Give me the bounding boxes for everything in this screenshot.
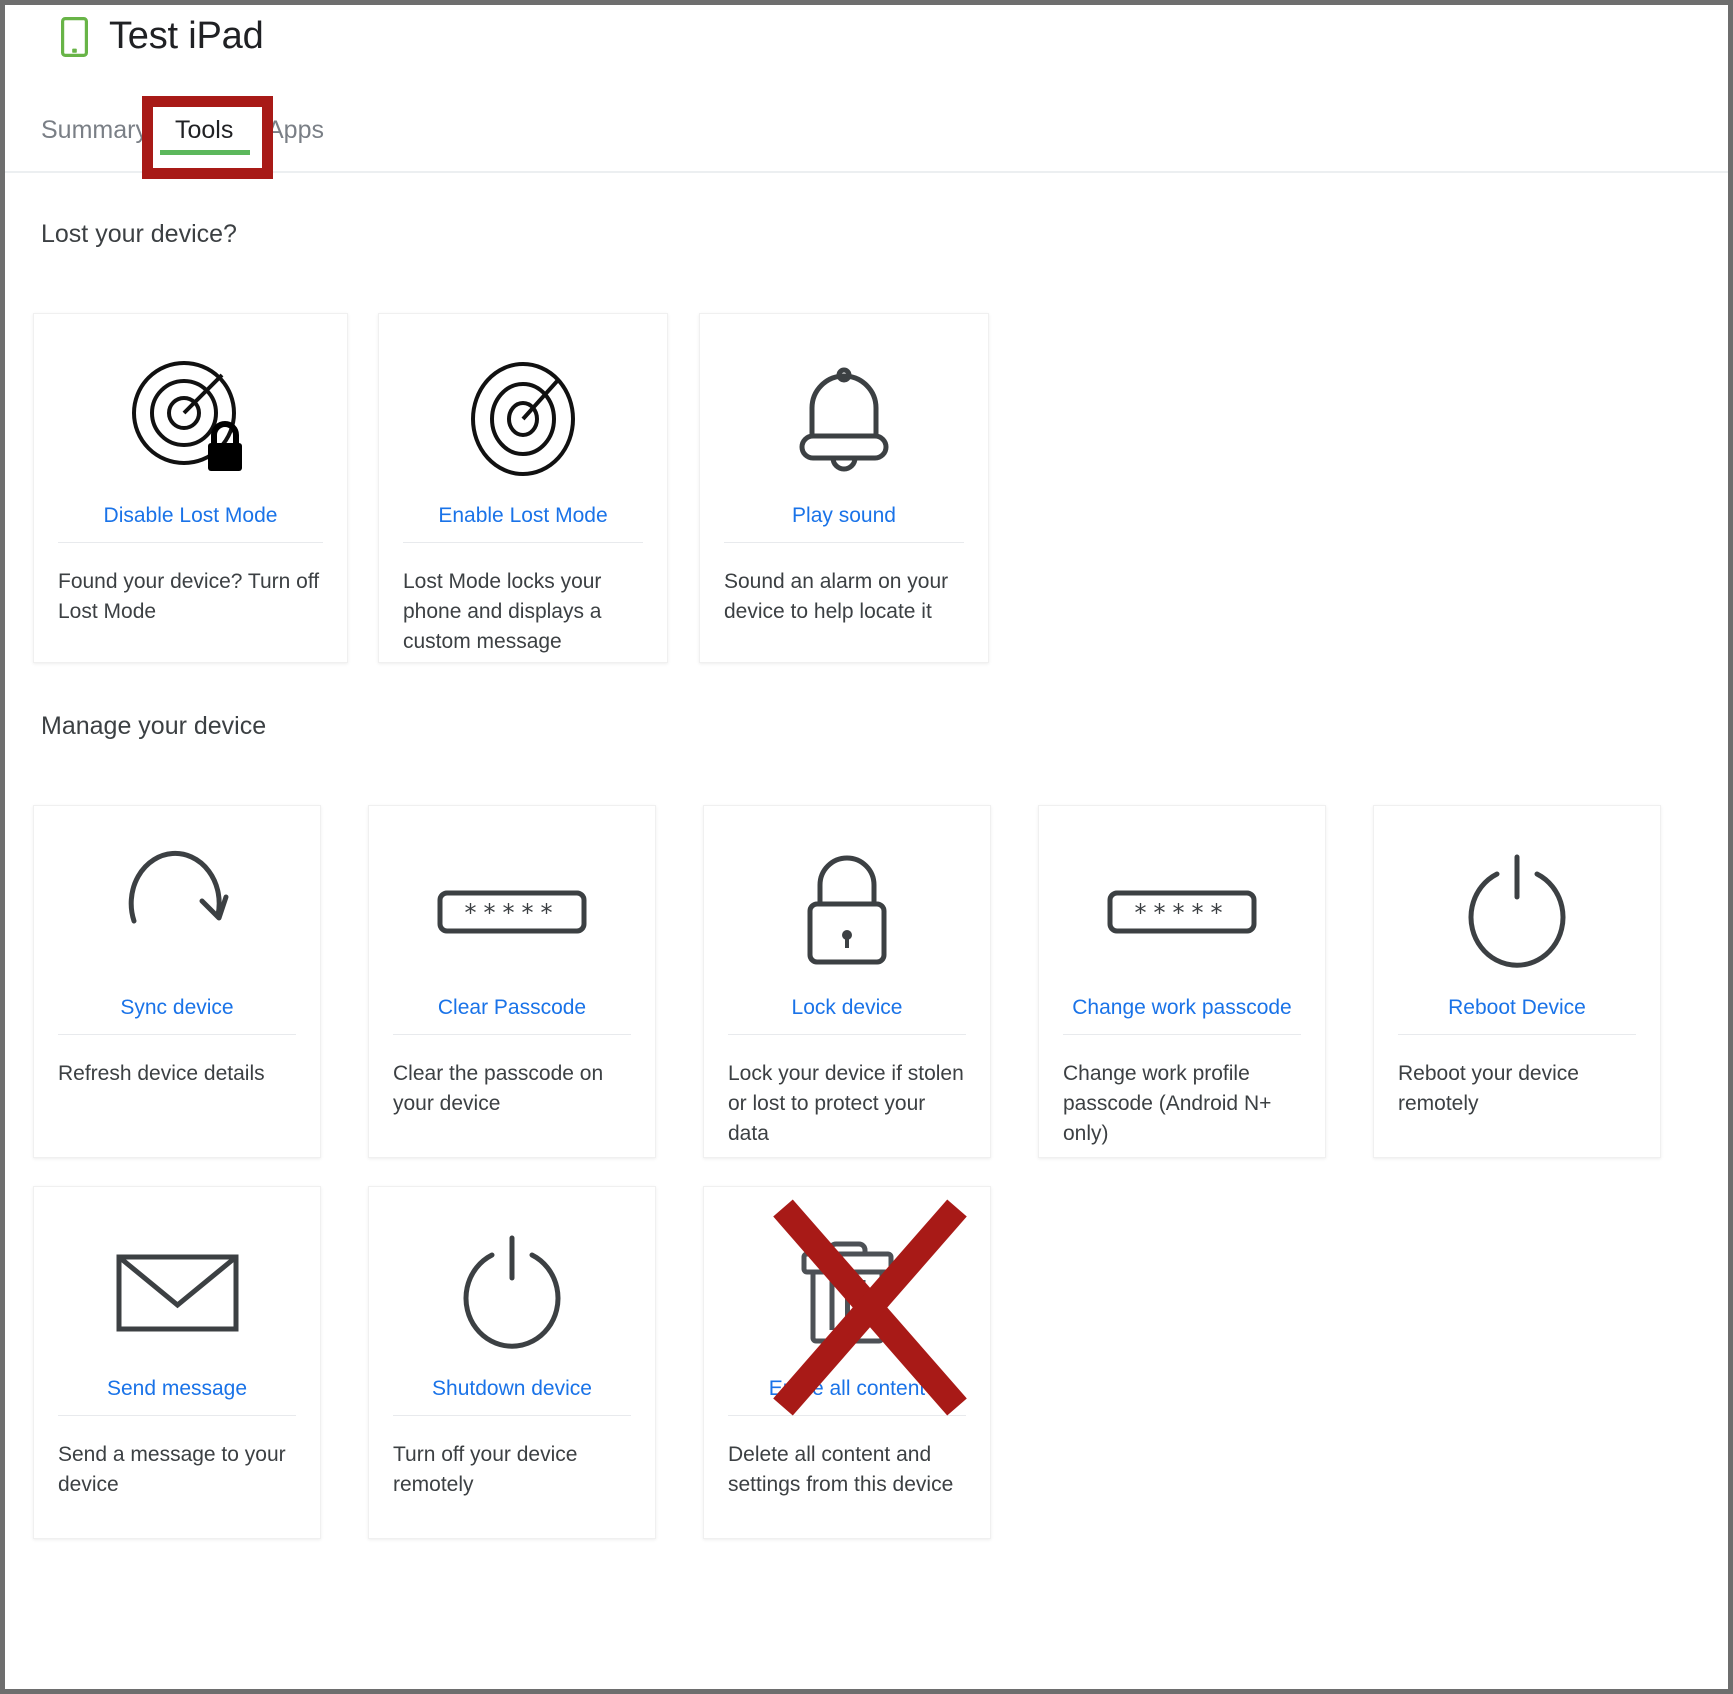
- page-header: Test iPad Summary Tools Apps: [5, 5, 1728, 179]
- device-title-row: Test iPad: [61, 15, 264, 58]
- card-reboot-device[interactable]: Reboot Device Reboot your device remotel…: [1373, 805, 1661, 1158]
- card-link-clear-passcode[interactable]: Clear Passcode: [369, 996, 655, 1020]
- passcode-asterisks-icon: *****: [369, 834, 655, 989]
- card-description: Delete all content and settings from thi…: [728, 1443, 954, 1496]
- card-divider: [403, 542, 643, 543]
- radar-icon: [379, 342, 667, 497]
- svg-text:*****: *****: [465, 899, 560, 927]
- card-send-message[interactable]: Send message Send a message to your devi…: [33, 1186, 321, 1539]
- tab-summary-label: Summary: [41, 116, 148, 144]
- card-sync-device[interactable]: Sync device Refresh device details: [33, 805, 321, 1158]
- card-play-sound[interactable]: Play sound Sound an alarm on your device…: [699, 313, 989, 663]
- card-change-work-passcode[interactable]: ***** Change work passcode Change work p…: [1038, 805, 1326, 1158]
- section-title-lost-your-device: Lost your device?: [41, 220, 237, 248]
- card-description: Turn off your device remotely: [393, 1443, 578, 1496]
- card-description: Lock your device if stolen or lost to pr…: [728, 1062, 964, 1145]
- card-link-erase-all-content[interactable]: Erase all content: [704, 1377, 990, 1401]
- card-divider: [393, 1415, 631, 1416]
- tab-tools[interactable]: Tools: [175, 108, 233, 171]
- card-description: Clear the passcode on your device: [393, 1062, 604, 1115]
- page-title: Test iPad: [109, 15, 264, 57]
- card-description: Refresh device details: [58, 1062, 265, 1085]
- tab-strip: Summary Tools Apps: [5, 108, 1728, 173]
- card-clear-passcode[interactable]: ***** Clear Passcode Clear the passcode …: [368, 805, 656, 1158]
- device-tools-page: Test iPad Summary Tools Apps Lost your d…: [5, 5, 1728, 1689]
- power-icon: [369, 1215, 655, 1370]
- tab-summary[interactable]: Summary: [41, 108, 148, 171]
- svg-text:*****: *****: [1135, 899, 1230, 927]
- card-divider: [1398, 1034, 1636, 1035]
- envelope-icon: [34, 1215, 320, 1370]
- card-link-shutdown-device[interactable]: Shutdown device: [369, 1377, 655, 1401]
- padlock-icon: [704, 834, 990, 989]
- bell-icon: [700, 342, 988, 497]
- tab-apps-label: Apps: [267, 116, 324, 144]
- card-description: Reboot your device remotely: [1398, 1062, 1579, 1115]
- card-divider: [58, 1034, 296, 1035]
- card-divider: [724, 542, 964, 543]
- section-title-manage-your-device: Manage your device: [41, 712, 267, 740]
- card-divider: [1063, 1034, 1301, 1035]
- card-link-send-message[interactable]: Send message: [34, 1377, 320, 1401]
- card-divider: [58, 542, 323, 543]
- card-erase-all-content[interactable]: Erase all content Delete all content and…: [703, 1186, 991, 1539]
- card-link-reboot-device[interactable]: Reboot Device: [1374, 996, 1660, 1020]
- card-description: Change work profile passcode (Android N+…: [1063, 1062, 1272, 1145]
- tablet-icon: [61, 16, 88, 57]
- active-tab-indicator: [160, 150, 250, 155]
- card-description: Found your device? Turn off Lost Mode: [58, 570, 320, 623]
- card-link-sync-device[interactable]: Sync device: [34, 996, 320, 1020]
- card-divider: [728, 1415, 966, 1416]
- card-divider: [728, 1034, 966, 1035]
- card-link-change-work-passcode[interactable]: Change work passcode: [1039, 996, 1325, 1020]
- card-lock-device[interactable]: Lock device Lock your device if stolen o…: [703, 805, 991, 1158]
- card-link-disable-lost-mode[interactable]: Disable Lost Mode: [34, 504, 347, 528]
- tab-apps[interactable]: Apps: [267, 108, 324, 171]
- card-shutdown-device[interactable]: Shutdown device Turn off your device rem…: [368, 1186, 656, 1539]
- card-divider: [393, 1034, 631, 1035]
- card-description: Sound an alarm on your device to help lo…: [724, 570, 949, 623]
- card-description: Send a message to your device: [58, 1443, 286, 1496]
- radar-lock-icon: [34, 342, 347, 497]
- tab-tools-label: Tools: [175, 116, 234, 144]
- card-divider: [58, 1415, 296, 1416]
- card-link-play-sound[interactable]: Play sound: [700, 504, 988, 528]
- window-frame: Test iPad Summary Tools Apps Lost your d…: [0, 0, 1733, 1694]
- card-disable-lost-mode[interactable]: Disable Lost Mode Found your device? Tur…: [33, 313, 348, 663]
- sync-circular-arrow-icon: [34, 834, 320, 989]
- power-icon: [1374, 834, 1660, 989]
- card-enable-lost-mode[interactable]: Enable Lost Mode Lost Mode locks your ph…: [378, 313, 668, 663]
- card-link-lock-device[interactable]: Lock device: [704, 996, 990, 1020]
- trash-icon: [704, 1215, 990, 1370]
- passcode-asterisks-icon: *****: [1039, 834, 1325, 989]
- card-description: Lost Mode locks your phone and displays …: [403, 570, 602, 653]
- card-link-enable-lost-mode[interactable]: Enable Lost Mode: [379, 504, 667, 528]
